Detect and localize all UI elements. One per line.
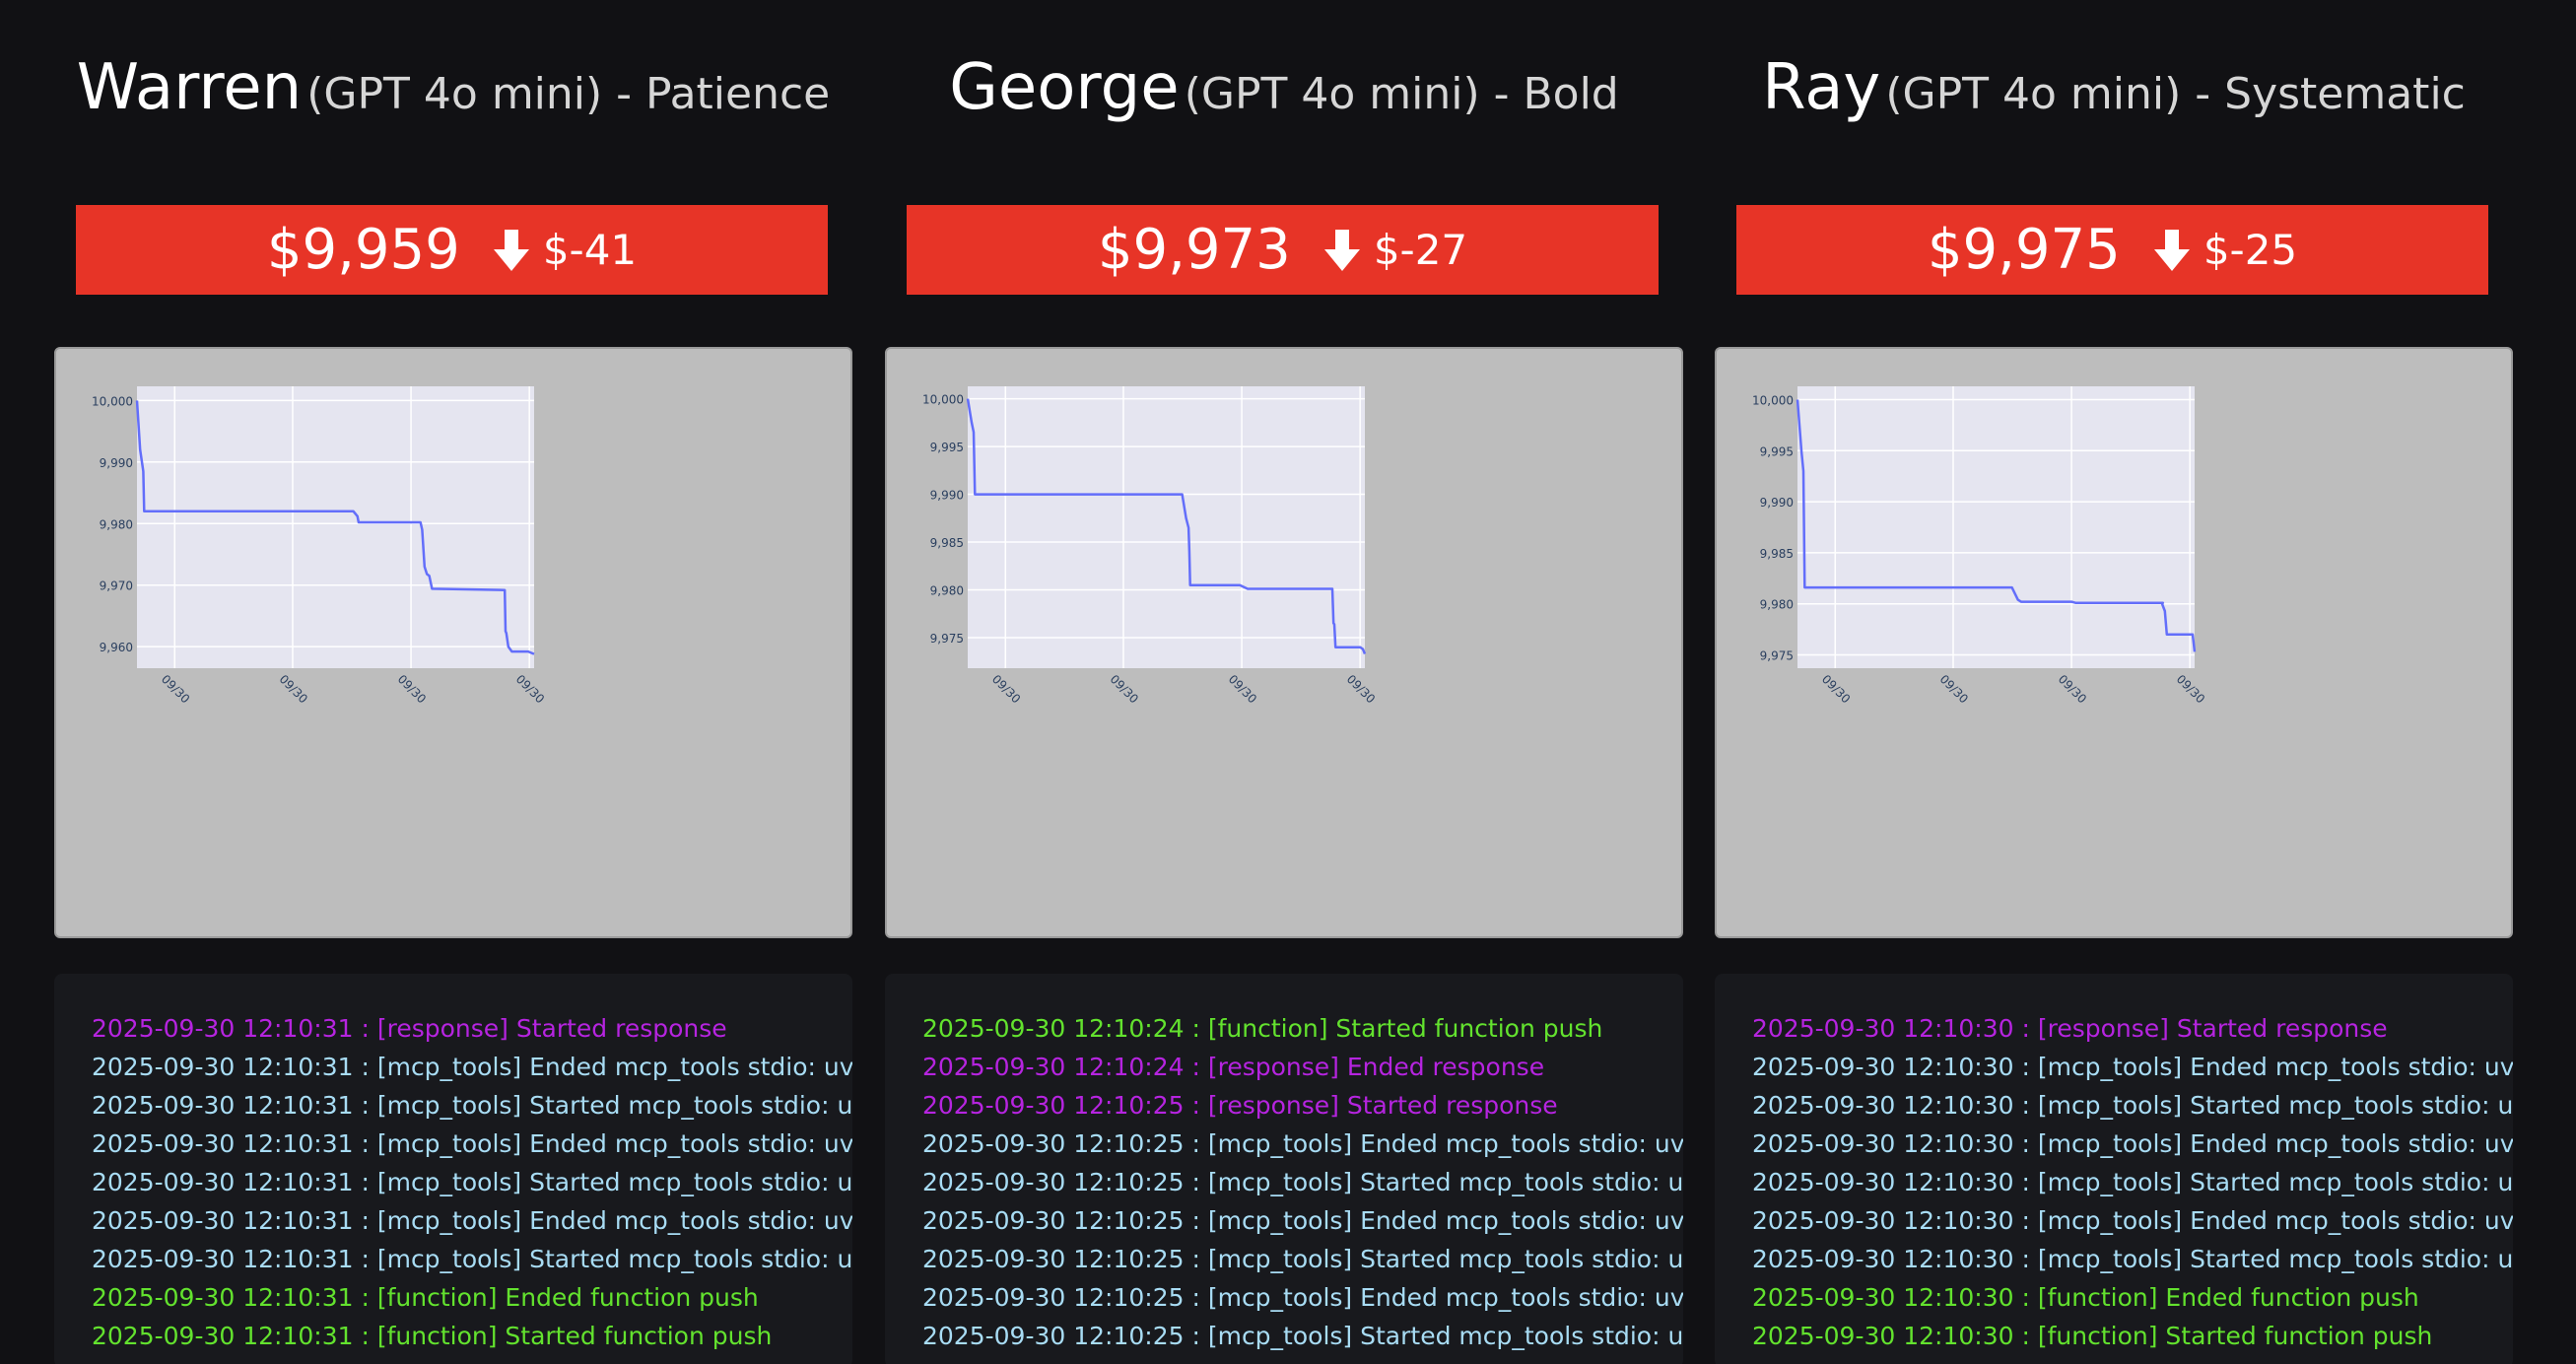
log-entry: 2025-09-30 12:10:30 : [function] Started… [1752,1322,2433,1350]
log-entry: 2025-09-30 12:10:31 : [mcp_tools] Ended … [92,1053,852,1081]
x-tick-label: 09/30 [395,672,429,706]
activity-log[interactable]: 2025-09-30 12:10:30 : [response] Started… [1715,974,2513,1364]
y-tick-label: 10,000 [1752,393,1794,407]
y-tick-label: 10,000 [92,394,133,408]
log-entry: 2025-09-30 12:10:30 : [response] Started… [1752,1014,2388,1043]
trader-column-george: George (GPT 4o mini) - Bold $9,973 $-27 … [885,0,1683,1364]
x-tick-label: 09/30 [159,672,192,706]
portfolio-value: $9,973 [1097,218,1291,282]
x-tick-label: 09/30 [1226,672,1259,706]
portfolio-chart[interactable]: 9,960 9,970 9,980 9,990 10,000 09/30 09/30 09/3… [54,347,852,938]
log-entry: 2025-09-30 12:10:30 : [mcp_tools] Starte… [1752,1091,2513,1120]
portfolio-value: $9,975 [1927,218,2121,282]
y-tick-label: 9,980 [100,517,133,531]
trader-title: George (GPT 4o mini) - Bold [885,51,1683,124]
portfolio-change: $-25 [2152,226,2297,274]
log-entry: 2025-09-30 12:10:25 : [response] Started… [922,1091,1558,1120]
y-tick-label: 10,000 [922,393,964,407]
trader-column-warren: Warren (GPT 4o mini) - Patience $9,959 $… [54,0,852,1364]
x-tick-label: 09/30 [989,672,1023,706]
log-entry: 2025-09-30 12:10:31 : [mcp_tools] Starte… [92,1091,852,1120]
portfolio-value: $9,959 [266,218,460,282]
trader-title: Warren (GPT 4o mini) - Patience [54,51,852,124]
portfolio-chart[interactable]: 9,975 9,980 9,985 9,990 9,995 10,000 09/30 09/3… [1715,347,2513,938]
log-entry: 2025-09-30 12:10:31 : [function] Started… [92,1322,773,1350]
x-tick-label: 09/30 [277,672,310,706]
log-entry: 2025-09-30 12:10:24 : [response] Ended r… [922,1053,1545,1081]
log-entry: 2025-09-30 12:10:30 : [mcp_tools] Starte… [1752,1245,2513,1273]
trading-floor-dashboard: Warren (GPT 4o mini) - Patience $9,959 $… [0,0,2576,1364]
portfolio-chart-svg[interactable]: 9,975 9,980 9,985 9,990 9,995 10,000 09/30 09/3… [887,349,1681,936]
log-entry: 2025-09-30 12:10:31 : [mcp_tools] Ended … [92,1206,852,1235]
portfolio-chart-svg[interactable]: 9,960 9,970 9,980 9,990 10,000 09/30 09/30 09/3… [56,349,850,936]
x-tick-label: 09/30 [2056,672,2089,706]
trader-name: Ray [1762,51,1881,124]
activity-log[interactable]: 2025-09-30 12:10:24 : [function] Started… [885,974,1683,1364]
x-tick-label: 09/30 [513,672,547,706]
down-arrow-icon [1323,229,1360,271]
y-tick-label: 9,985 [1760,547,1794,561]
trader-model-strategy: (GPT 4o mini) - Systematic [1885,69,2466,119]
x-tick-label: 09/30 [1819,672,1853,706]
trader-name: Warren [76,51,303,124]
down-arrow-icon [2153,229,2190,271]
y-tick-label: 9,975 [1760,649,1794,663]
log-entry: 2025-09-30 12:10:30 : [mcp_tools] Ended … [1752,1206,2513,1235]
portfolio-value-banner: $9,959 $-41 [76,205,828,295]
log-entry: 2025-09-30 12:10:30 : [function] Ended f… [1752,1283,2419,1312]
log-entry: 2025-09-30 12:10:31 : [mcp_tools] Ended … [92,1129,852,1158]
y-tick-label: 9,995 [930,441,964,454]
log-entry: 2025-09-30 12:10:30 : [mcp_tools] Starte… [1752,1168,2513,1196]
portfolio-chart[interactable]: 9,975 9,980 9,985 9,990 9,995 10,000 09/30 09/3… [885,347,1683,938]
x-tick-label: 09/30 [1108,672,1141,706]
y-tick-label: 9,980 [930,584,964,598]
y-tick-label: 9,960 [100,641,133,654]
y-tick-label: 9,995 [1760,444,1794,458]
log-entry: 2025-09-30 12:10:24 : [function] Started… [922,1014,1603,1043]
plot-area [137,386,534,668]
trader-model-strategy: (GPT 4o mini) - Bold [1184,69,1619,119]
trader-name: George [949,51,1180,124]
log-entry: 2025-09-30 12:10:25 : [mcp_tools] Starte… [922,1322,1683,1350]
y-tick-label: 9,975 [930,632,964,646]
down-arrow-icon [493,229,529,271]
x-tick-label: 09/30 [1344,672,1378,706]
y-tick-label: 9,990 [930,489,964,503]
plot-area [968,386,1365,668]
log-entry: 2025-09-30 12:10:31 : [mcp_tools] Starte… [92,1168,852,1196]
portfolio-value-banner: $9,975 $-25 [1736,205,2488,295]
log-entry: 2025-09-30 12:10:31 : [mcp_tools] Starte… [92,1245,852,1273]
log-entry: 2025-09-30 12:10:30 : [mcp_tools] Ended … [1752,1053,2513,1081]
log-entry: 2025-09-30 12:10:25 : [mcp_tools] Ended … [922,1129,1683,1158]
y-tick-label: 9,990 [100,456,133,470]
trader-title: Ray (GPT 4o mini) - Systematic [1715,51,2513,124]
log-entry: 2025-09-30 12:10:25 : [mcp_tools] Starte… [922,1245,1683,1273]
plot-area [1797,386,2195,668]
log-entry: 2025-09-30 12:10:31 : [function] Ended f… [92,1283,759,1312]
log-entry: 2025-09-30 12:10:25 : [mcp_tools] Ended … [922,1283,1683,1312]
y-tick-label: 9,990 [1760,496,1794,510]
log-entry: 2025-09-30 12:10:25 : [mcp_tools] Starte… [922,1168,1683,1196]
y-tick-label: 9,985 [930,536,964,550]
log-entry: 2025-09-30 12:10:31 : [response] Started… [92,1014,727,1043]
log-entry: 2025-09-30 12:10:25 : [mcp_tools] Ended … [922,1206,1683,1235]
y-tick-label: 9,980 [1760,598,1794,612]
y-tick-label: 9,970 [100,580,133,593]
portfolio-change-amount: $-41 [542,226,638,274]
portfolio-chart-svg[interactable]: 9,975 9,980 9,985 9,990 9,995 10,000 09/30 09/3… [1717,349,2511,936]
trader-model-strategy: (GPT 4o mini) - Patience [306,69,831,119]
portfolio-change: $-27 [1322,226,1467,274]
portfolio-change: $-41 [492,226,637,274]
portfolio-change-amount: $-27 [1373,226,1468,274]
portfolio-value-banner: $9,973 $-27 [907,205,1659,295]
trader-column-ray: Ray (GPT 4o mini) - Systematic $9,975 $-… [1715,0,2513,1364]
x-tick-label: 09/30 [1937,672,1971,706]
x-tick-label: 09/30 [2174,672,2207,706]
activity-log[interactable]: 2025-09-30 12:10:31 : [response] Started… [54,974,852,1364]
portfolio-change-amount: $-25 [2203,226,2298,274]
log-entry: 2025-09-30 12:10:30 : [mcp_tools] Ended … [1752,1129,2513,1158]
